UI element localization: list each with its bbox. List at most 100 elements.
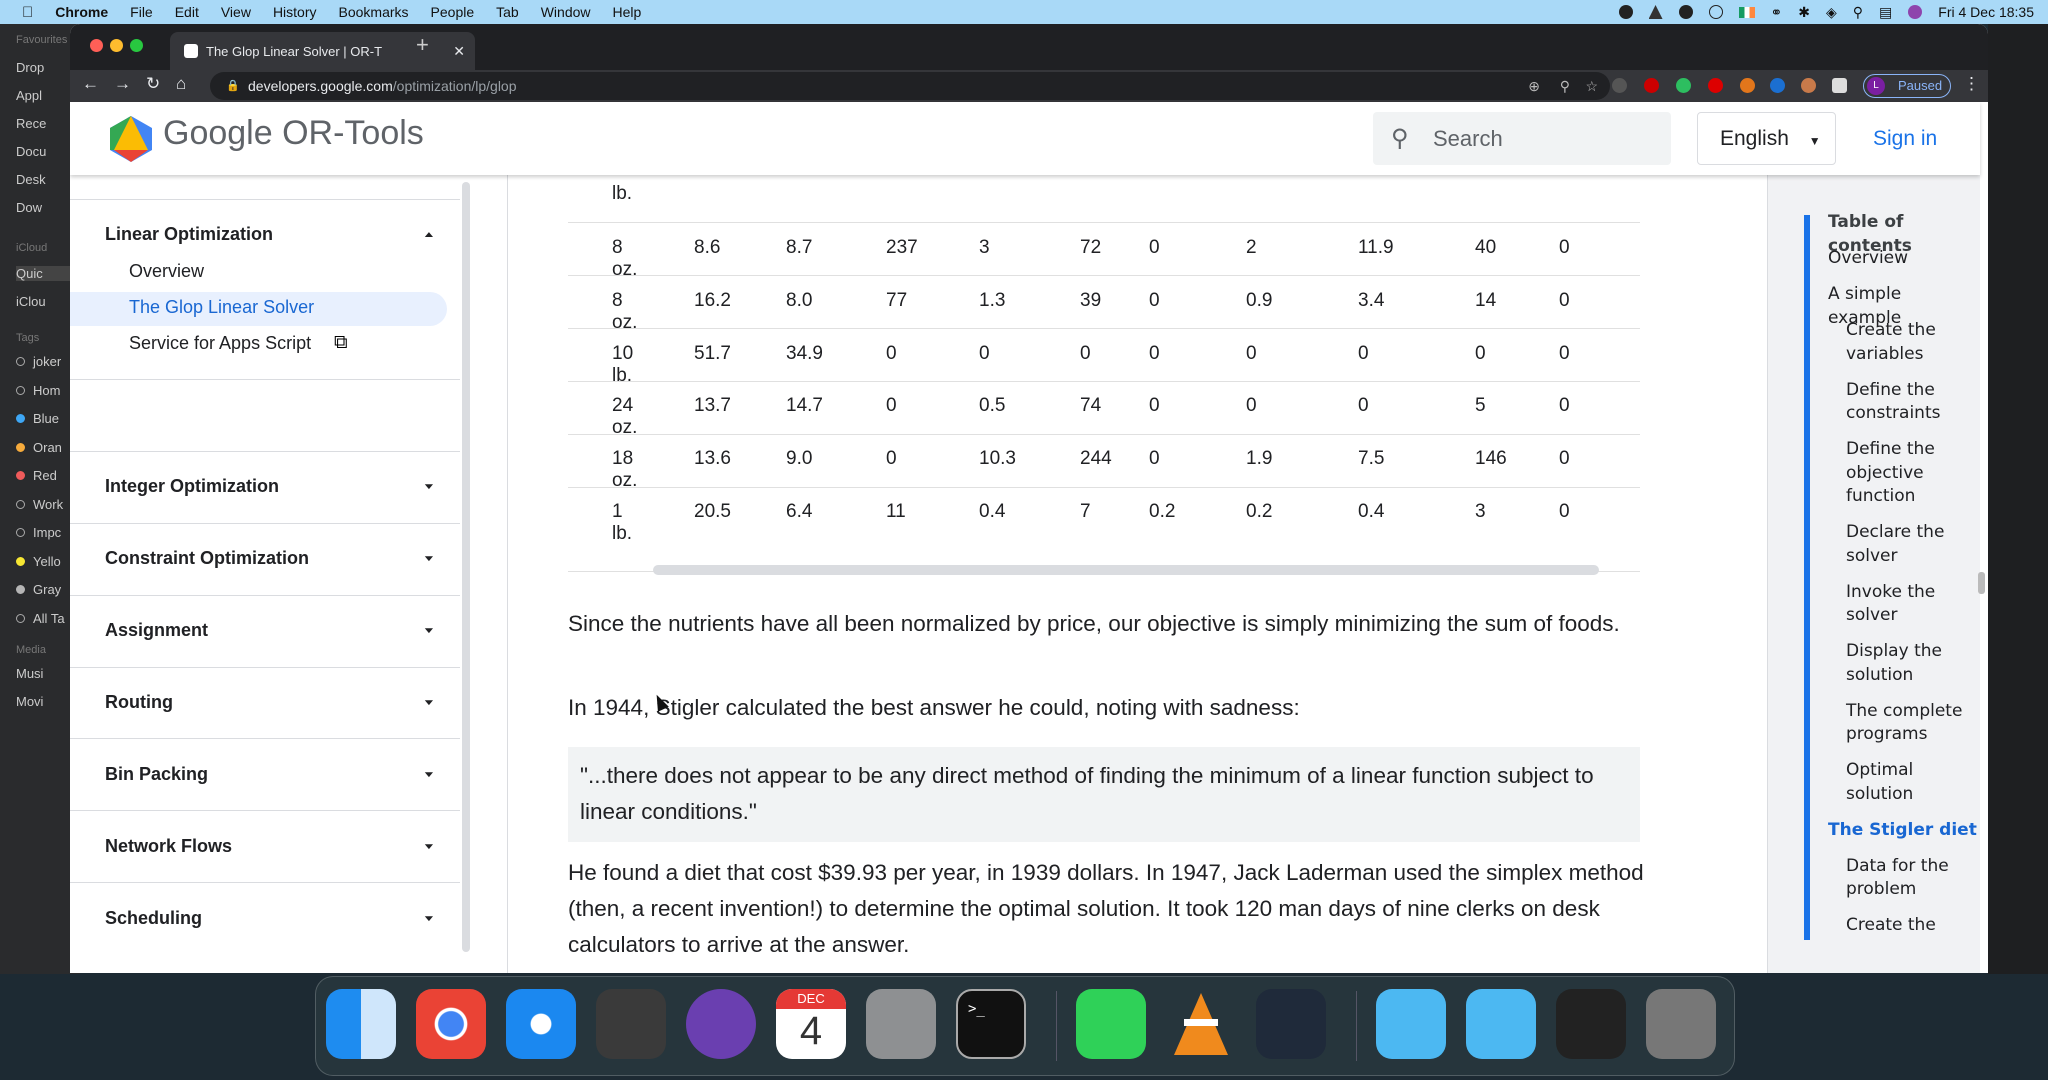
terminal-icon[interactable]: >_ — [956, 989, 1026, 1059]
menu-item[interactable]: People — [431, 4, 475, 20]
nav-item[interactable]: Overview — [70, 256, 447, 290]
finder-item[interactable]: Appl — [16, 88, 76, 103]
menu-item[interactable]: File — [130, 4, 153, 20]
install-icon[interactable]: ⊕ — [1528, 72, 1540, 100]
sublime-text-icon[interactable] — [596, 989, 666, 1059]
headphones-icon[interactable]: ⚭ — [1771, 4, 1783, 21]
chevron-down-icon[interactable]: ▼ — [422, 841, 436, 851]
nav-section-integer-optimization[interactable]: Integer Optimization ▼ — [70, 472, 460, 502]
toc-item[interactable]: The Stigler diet — [1828, 819, 1978, 843]
menu-item[interactable]: View — [221, 4, 251, 20]
nav-section-bin-packing[interactable]: Bin Packing ▼ — [70, 760, 460, 790]
finder-item[interactable]: Drop — [16, 60, 76, 75]
finder-tag[interactable]: Work — [16, 497, 76, 512]
finder-tag[interactable]: Gray — [16, 582, 76, 597]
tab-active[interactable]: The Glop Linear Solver | OR-T ✕ — [170, 32, 475, 70]
page-scrollbar[interactable] — [1978, 572, 1985, 594]
nav-item[interactable]: Service for Apps Script ⧉ — [70, 328, 447, 362]
or-tools-logo[interactable] — [110, 116, 152, 162]
nav-section-assignment[interactable]: Assignment ▼ — [70, 616, 460, 646]
reload-icon[interactable]: ↻ — [146, 74, 160, 94]
quicktime-icon[interactable] — [1256, 989, 1326, 1059]
chevron-up-icon[interactable]: ▲ — [422, 229, 436, 239]
close-tab-icon[interactable]: ✕ — [453, 43, 465, 60]
metamask-icon[interactable] — [1740, 78, 1755, 93]
finder-icon[interactable] — [326, 989, 396, 1059]
wechat-icon[interactable] — [1678, 5, 1693, 19]
apple-icon[interactable]:  — [22, 4, 33, 21]
system-preferences-icon[interactable] — [866, 989, 936, 1059]
finder-item[interactable]: Movi — [16, 694, 76, 709]
wifi-icon[interactable]: ◈ — [1826, 4, 1837, 21]
chrome-icon[interactable] — [416, 989, 486, 1059]
chevron-down-icon[interactable]: ▼ — [422, 769, 436, 779]
chevron-down-icon[interactable]: ▼ — [422, 913, 436, 923]
close-window-button[interactable] — [90, 39, 103, 52]
toc-item[interactable]: Data for the problem — [1846, 855, 1966, 902]
wechat-icon[interactable] — [1076, 989, 1146, 1059]
menu-item[interactable]: Window — [541, 4, 591, 20]
toc-item[interactable]: Define the objective function — [1846, 438, 1966, 509]
menu-item[interactable]: Tab — [496, 4, 519, 20]
sign-in-link[interactable]: Sign in — [1873, 112, 1937, 165]
finder-tag[interactable]: Blue — [16, 411, 76, 426]
status-icon[interactable] — [1618, 5, 1633, 19]
chevron-down-icon[interactable]: ▼ — [422, 553, 436, 563]
spotlight-icon[interactable]: ⚲ — [1853, 4, 1863, 21]
toc-item[interactable]: Overview — [1828, 247, 1978, 271]
brand-title[interactable]: Google OR-Tools — [163, 114, 424, 153]
finder-tag[interactable]: All Ta — [16, 611, 76, 626]
menu-item[interactable]: Help — [613, 4, 642, 20]
finder-item[interactable]: Desk — [16, 172, 76, 187]
back-icon[interactable]: ← — [82, 74, 99, 94]
calendar-icon[interactable]: DEC 4 — [776, 989, 846, 1059]
home-icon[interactable]: ⌂ — [176, 74, 186, 94]
vlc-icon[interactable] — [1648, 5, 1663, 19]
emacs-icon[interactable] — [686, 989, 756, 1059]
finder-tag[interactable]: Impc — [16, 525, 76, 540]
nav-item[interactable]: The Glop Linear Solver — [70, 292, 447, 326]
toc-item[interactable]: Display the solution — [1846, 640, 1966, 687]
safari-icon[interactable] — [506, 989, 576, 1059]
control-center-icon[interactable]: ▤ — [1879, 4, 1892, 21]
trash-icon[interactable] — [1646, 989, 1716, 1059]
flag-ireland-icon[interactable] — [1738, 6, 1755, 18]
toc-item[interactable]: Optimal solution — [1846, 759, 1966, 806]
nav-section-routing[interactable]: Routing ▼ — [70, 688, 460, 718]
nav-section-network-flows[interactable]: Network Flows ▼ — [70, 832, 460, 862]
toc-item[interactable]: Declare the solver — [1846, 521, 1966, 568]
search-input[interactable]: ⚲ Search — [1373, 112, 1671, 165]
extension-icon[interactable] — [1770, 78, 1785, 93]
toc-item[interactable]: Define the constraints — [1846, 379, 1966, 426]
extension-icon[interactable] — [1801, 78, 1816, 93]
zoom-window-button[interactable] — [130, 39, 143, 52]
finder-item[interactable]: Musi — [16, 666, 76, 681]
menu-item[interactable]: History — [273, 4, 317, 20]
puzzle-icon[interactable] — [1832, 78, 1847, 93]
finder-tag[interactable]: joker — [16, 354, 76, 369]
chevron-down-icon[interactable]: ▼ — [422, 625, 436, 635]
finder-item[interactable]: Quic — [16, 266, 76, 281]
finder-tag[interactable]: Oran — [16, 440, 76, 455]
menu-kebab-icon[interactable]: ⋮ — [1963, 74, 1980, 94]
address-bar[interactable]: 🔒 developers.google.com/optimization/lp/… — [210, 72, 1610, 100]
minimize-window-button[interactable] — [110, 39, 123, 52]
vpn-icon[interactable] — [1708, 5, 1723, 19]
profile-button[interactable]: L Paused — [1863, 74, 1951, 98]
chevron-down-icon[interactable]: ▼ — [422, 481, 436, 491]
finder-item[interactable]: Rece — [16, 116, 76, 131]
table-horizontal-scrollbar[interactable] — [653, 565, 1599, 575]
ublock-icon[interactable] — [1708, 78, 1723, 93]
bookmark-star-icon[interactable]: ☆ — [1585, 72, 1598, 100]
folder-icon[interactable] — [1376, 989, 1446, 1059]
vlc-icon[interactable] — [1166, 989, 1236, 1059]
nav-scrollbar[interactable] — [462, 182, 470, 952]
nav-section-linear-optimization[interactable]: Linear Optimization ▲ — [70, 220, 460, 250]
toc-item[interactable]: Invoke the solver — [1846, 581, 1966, 628]
zoom-icon[interactable]: ⚲ — [1560, 72, 1570, 100]
evernote-icon[interactable] — [1676, 78, 1691, 93]
menu-item[interactable]: Bookmarks — [339, 4, 409, 20]
finder-tag[interactable]: Yello — [16, 554, 76, 569]
clock[interactable]: Fri 4 Dec 18:35 — [1938, 4, 2034, 20]
adblock-plus-icon[interactable] — [1644, 78, 1659, 93]
